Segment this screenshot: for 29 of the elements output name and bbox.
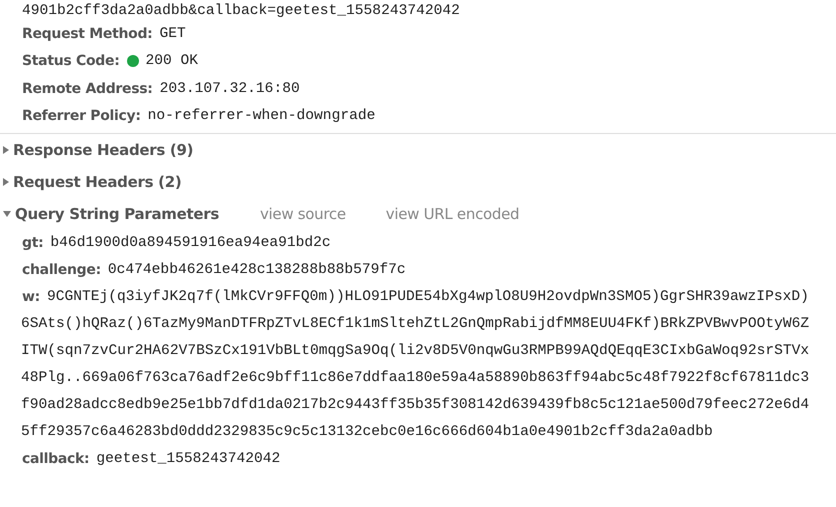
field-value: no-referrer-when-downgrade: [148, 108, 376, 124]
field-value: 200 OK: [146, 53, 198, 70]
triangle-down-icon[interactable]: [3, 211, 11, 217]
section-header[interactable]: Request Headers (2): [13, 173, 182, 191]
field-label: Request Method:: [22, 26, 152, 42]
param-value: 5ff29357c6a46283bd0ddd2329835c9c5c13132cebc0e16c666d604b1a0e4901b2cff3da2a0adbb: [20, 423, 714, 442]
field-label: Status Code:: [22, 53, 120, 70]
param-value: b46d1900d0a894591916ea94ea91bd2c: [50, 234, 331, 253]
view-toggle-link[interactable]: view source: [260, 205, 346, 223]
field-label: Referrer Policy:: [22, 108, 141, 124]
param-value: 6SAts()hQRaz()6TazMy9ManDTFRpZTvL8ECf1k1mSltehZtL2GnQmpRabijdfMM8EUU4FKf)BRkZPVBwvPOOtyW6Z: [20, 315, 810, 334]
field-value: GET: [159, 26, 186, 42]
section-header[interactable]: Query String Parameters: [15, 205, 219, 223]
param-name: gt:: [22, 234, 44, 253]
param-value: f90ad28adcc8edb9e25e1bb7dfd1da0217b2c9443ff35b35f308142d639439fb8c5c121ae500d79feec272e6d4: [20, 396, 810, 415]
param-value: 0c474ebb46261e428c138288b88b579f7c: [108, 261, 406, 280]
field-value: 203.107.32.16:80: [160, 80, 300, 97]
url-text: 4901b2cff3da2a0adbb&callback=geetest_1558243742042: [21, 2, 461, 20]
param-value: ITW(sqn7zvCur2HA62V7BSzCx191VbBLt0mqgSa9Oq(li2v8D5V0nqwGu3RMPB99AQdQEqqE3CIxbGaWoq92srSTVx: [20, 342, 810, 361]
triangle-right-icon[interactable]: [3, 146, 9, 154]
field-label: Remote Address:: [22, 80, 153, 97]
section-header[interactable]: Response Headers (9): [13, 141, 194, 159]
param-value: 48Plg..669a06f763ca76adf2e6c9bff11c86e7ddfaa180e59a4a58890b863ff94abc5c48f7922f8cf67811dc3: [20, 369, 810, 388]
view-toggle-link[interactable]: view URL encoded: [386, 205, 520, 223]
triangle-right-icon[interactable]: [3, 178, 9, 186]
param-name: callback:: [22, 450, 90, 469]
param-value: 9CGNTEj(q3iyfJK2q7f(lMkCVr9FFQ0m))HLO91PUDE54bXg4wplO8U9H2ovdpWn3SMO5)GgrSHR39awzIPsxD): [46, 288, 810, 307]
param-value: geetest_1558243742042: [96, 450, 280, 469]
param-name: challenge:: [22, 261, 101, 280]
